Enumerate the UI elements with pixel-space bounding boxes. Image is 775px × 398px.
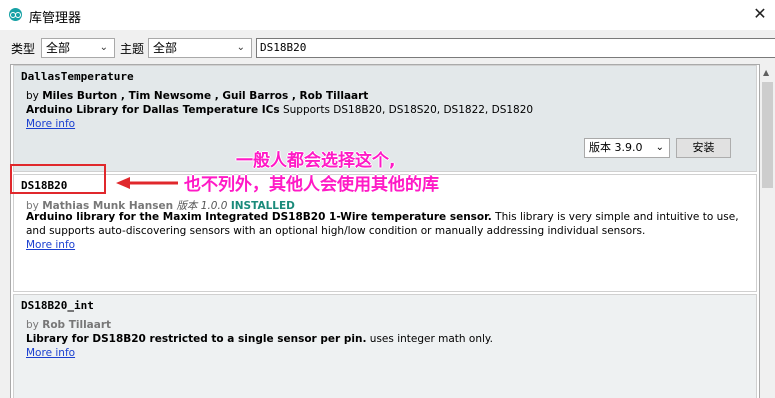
scroll-up-icon[interactable]: ▲ xyxy=(763,68,769,77)
description-rest: uses integer math only. xyxy=(369,333,493,345)
search-input[interactable]: DS18B20 xyxy=(256,38,775,58)
library-authors: Miles Burton , Tim Newsome , Guil Barros… xyxy=(42,90,369,102)
chevron-down-icon: ⌄ xyxy=(236,42,245,53)
library-description: Arduino library for the Maxim Integrated… xyxy=(26,211,739,223)
install-button[interactable]: 安装 xyxy=(676,138,731,158)
more-info-link[interactable]: More info xyxy=(26,118,75,130)
library-description: Arduino Library for Dallas Temperature I… xyxy=(26,104,533,116)
by-prefix: by xyxy=(26,319,39,331)
library-list: DallasTemperature by Miles Burton , Tim … xyxy=(10,64,760,398)
version-select-value: 版本 3.9.0 xyxy=(589,141,643,154)
chevron-down-icon: ⌄ xyxy=(99,42,108,53)
description-bold: Arduino Library for Dallas Temperature I… xyxy=(26,104,280,116)
topic-select[interactable]: 全部 ⌄ xyxy=(148,38,252,58)
library-authors-line: by Rob Tillaart xyxy=(26,319,111,331)
vertical-scrollbar[interactable]: ▲ xyxy=(760,64,775,398)
version-select[interactable]: 版本 3.9.0 ⌄ xyxy=(584,138,670,158)
title-bar: 库管理器 ✕ xyxy=(0,0,775,30)
description-bold: Library for DS18B20 restricted to a sing… xyxy=(26,333,367,345)
library-authors: Rob Tillaart xyxy=(42,319,112,331)
topic-select-value: 全部 xyxy=(153,41,178,55)
topic-label: 主题 xyxy=(120,42,145,56)
type-select[interactable]: 全部 ⌄ xyxy=(41,38,115,58)
library-description-line2: and supports auto-discovering sensors wi… xyxy=(26,225,646,237)
type-label: 类型 xyxy=(11,42,36,56)
arduino-icon xyxy=(9,8,22,21)
description-rest: This library is very simple and intuitiv… xyxy=(495,211,739,223)
more-info-link[interactable]: More info xyxy=(26,239,75,251)
scrollbar-thumb[interactable] xyxy=(762,82,773,188)
more-info-link[interactable]: More info xyxy=(26,347,75,359)
filter-bar: 类型 全部 ⌄ 主题 全部 ⌄ DS18B20 xyxy=(0,30,775,64)
window-title: 库管理器 xyxy=(29,11,82,26)
annotation-text-line2: 也不列外，其他人会使用其他的库 xyxy=(184,175,439,195)
annotation-text-line1: 一般人都会选择这个, xyxy=(236,151,396,171)
library-name: DallasTemperature xyxy=(21,70,134,83)
close-button[interactable]: ✕ xyxy=(751,5,769,23)
library-description: Library for DS18B20 restricted to a sing… xyxy=(26,333,493,345)
by-prefix: by xyxy=(26,90,39,102)
annotation-arrow-icon xyxy=(116,177,178,189)
description-rest: Supports DS18B20, DS18S20, DS1822, DS182… xyxy=(282,104,534,116)
library-item-ds18b20-int[interactable]: DS18B20_int by Rob Tillaart Library for … xyxy=(13,294,757,398)
chevron-down-icon: ⌄ xyxy=(655,142,664,153)
annotation-highlight-box xyxy=(10,164,106,194)
description-bold: Arduino library for the Maxim Integrated… xyxy=(26,211,492,223)
library-authors-line: by Miles Burton , Tim Newsome , Guil Bar… xyxy=(26,90,368,102)
library-name: DS18B20_int xyxy=(21,299,94,312)
type-select-value: 全部 xyxy=(46,41,71,55)
